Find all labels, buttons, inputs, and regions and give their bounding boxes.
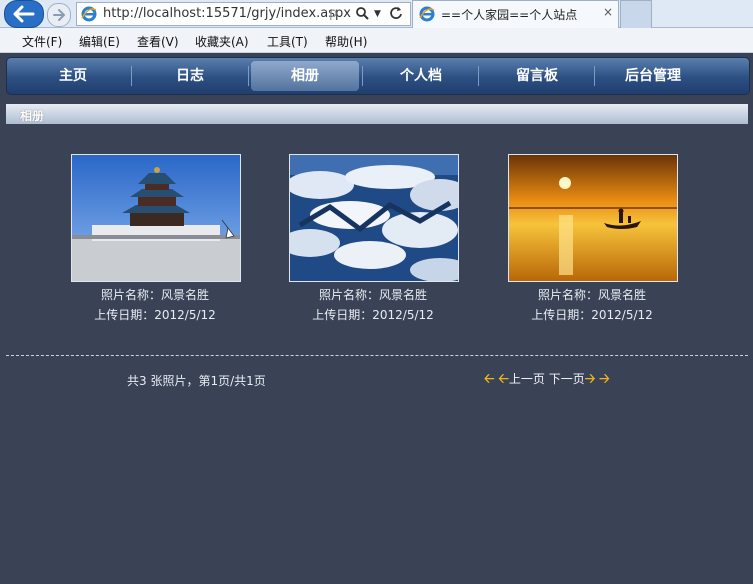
photo-date: 上传日期：2012/5/12 bbox=[312, 308, 434, 322]
photo-thumbnail[interactable] bbox=[508, 154, 678, 282]
menu-tools[interactable]: 工具(T) bbox=[267, 33, 308, 50]
menu-view[interactable]: 查看(V) bbox=[137, 33, 179, 50]
breadcrumb-label: 相册 bbox=[20, 109, 45, 123]
menu-edit[interactable]: 编辑(E) bbox=[79, 33, 120, 50]
nav-admin[interactable]: 后台管理 bbox=[595, 58, 711, 94]
forward-arrow-icon bbox=[53, 9, 66, 21]
arrow-last-icon[interactable]: 🡢 bbox=[599, 370, 610, 392]
photo-name: 照片名称：风景名胜 bbox=[100, 288, 209, 302]
clouds-over-mountains-image bbox=[290, 155, 458, 281]
dropdown-arrow-icon[interactable]: ▼ bbox=[374, 9, 381, 19]
nav-home[interactable]: 主页 bbox=[15, 58, 131, 94]
temple-of-heaven-image bbox=[72, 155, 240, 281]
nav-guestbook[interactable]: 留言板 bbox=[479, 58, 595, 94]
menu-favorites[interactable]: 收藏夹(A) bbox=[195, 33, 249, 50]
menu-file[interactable]: 文件(F) bbox=[22, 33, 62, 50]
page-content: 主页 日志 相册 个人档 留言板 后台管理 相册 照片名称：风景名胜 上传日期：… bbox=[0, 53, 753, 584]
main-nav: 主页 日志 相册 个人档 留言板 后台管理 bbox=[6, 57, 750, 95]
forward-button[interactable] bbox=[47, 3, 71, 27]
breadcrumb: 相册 bbox=[6, 104, 748, 124]
browser-tab[interactable]: ==个人家园==个人站点 × bbox=[412, 0, 619, 28]
next-page-link[interactable]: 下一页 bbox=[549, 372, 585, 386]
ie-logo-icon bbox=[419, 6, 435, 22]
photo-thumbnail[interactable] bbox=[289, 154, 459, 282]
divider bbox=[6, 355, 748, 356]
photo-name: 照片名称：风景名胜 bbox=[318, 288, 427, 302]
sunset-boat-image bbox=[509, 155, 677, 281]
new-tab-button[interactable] bbox=[620, 0, 652, 28]
photo-count: 共3 张照片，第1页/共1页 bbox=[127, 374, 266, 388]
address-suffix: ρ bbox=[329, 6, 338, 21]
browser-toolbar: http://localhost:15571/grjy/index.aspx ρ… bbox=[0, 0, 753, 28]
nav-separator bbox=[248, 66, 249, 86]
nav-profile[interactable]: 个人档 bbox=[363, 58, 479, 94]
nav-album[interactable]: 相册 bbox=[251, 61, 359, 91]
ie-logo-icon bbox=[81, 6, 97, 22]
tab-title: ==个人家园==个人站点 bbox=[441, 8, 578, 22]
address-url: http://localhost:15571/grjy/index.aspx bbox=[103, 6, 351, 21]
prev-page-link[interactable]: 上一页 bbox=[509, 372, 545, 386]
arrow-first-icon[interactable]: 🡠 bbox=[484, 370, 495, 392]
arrow-prev-icon[interactable]: 🡠 bbox=[498, 370, 509, 392]
arrow-next-icon[interactable]: 🡢 bbox=[585, 370, 596, 392]
refresh-icon[interactable] bbox=[389, 6, 403, 24]
photo-date: 上传日期：2012/5/12 bbox=[531, 308, 653, 322]
photo-date: 上传日期：2012/5/12 bbox=[94, 308, 216, 322]
photo-name: 照片名称：风景名胜 bbox=[537, 288, 646, 302]
nav-blog[interactable]: 日志 bbox=[132, 58, 248, 94]
pagination: 🡠 🡠上一页 下一页🡢 🡢 bbox=[484, 370, 610, 392]
menu-help[interactable]: 帮助(H) bbox=[325, 33, 367, 50]
photo-thumbnail[interactable] bbox=[71, 154, 241, 282]
address-bar[interactable]: http://localhost:15571/grjy/index.aspx ρ… bbox=[76, 2, 411, 26]
back-button[interactable] bbox=[4, 0, 44, 28]
close-tab-icon[interactable]: × bbox=[603, 5, 613, 19]
menu-bar: 文件(F) 编辑(E) 查看(V) 收藏夹(A) 工具(T) 帮助(H) bbox=[0, 28, 753, 53]
search-icon[interactable] bbox=[355, 6, 369, 24]
back-arrow-icon bbox=[13, 5, 35, 23]
